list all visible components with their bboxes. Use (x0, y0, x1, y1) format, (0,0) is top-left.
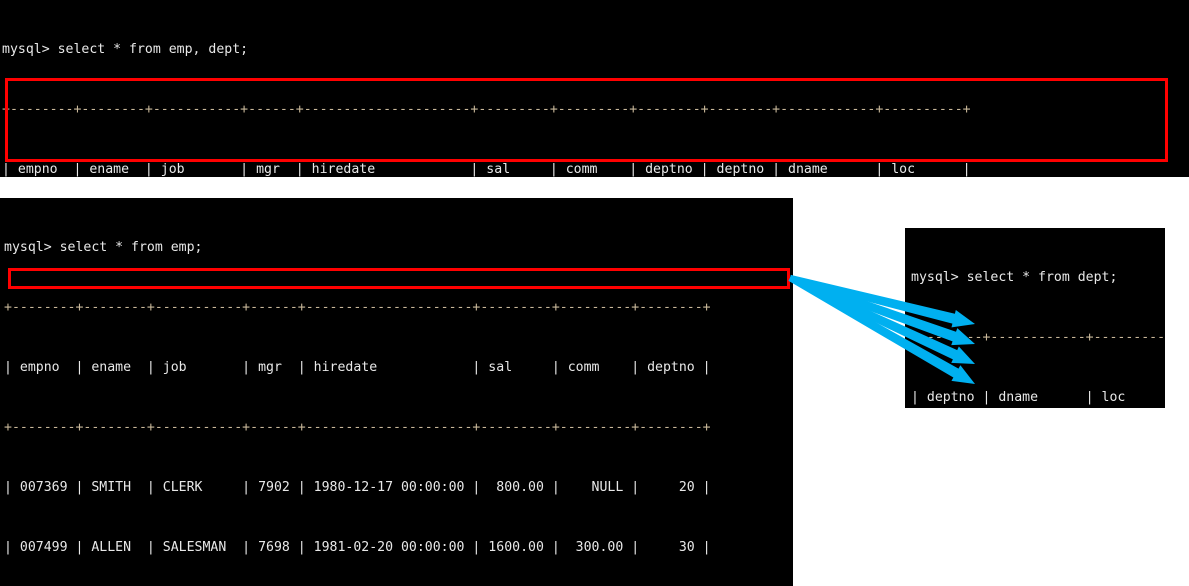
emp-header-row: | empno | ename | job | mgr | hiredate |… (4, 360, 711, 375)
dept-terminal-panel: mysql> select * from dept; +--------+---… (905, 228, 1165, 408)
emp-rule-top: +--------+--------+-----------+------+--… (4, 300, 711, 315)
emp-table-row: | 007499 | ALLEN | SALESMAN | 7698 | 198… (4, 540, 711, 555)
dept-prompt-line: mysql> select * from dept; (911, 270, 1118, 285)
emp-prompt-line: mysql> select * from emp; (4, 240, 203, 255)
emp-rule-mid: +--------+--------+-----------+------+--… (4, 420, 711, 435)
join-header-row: | empno | ename | job | mgr | hiredate |… (2, 162, 971, 177)
join-prompt-line: mysql> select * from emp, dept; (2, 42, 249, 57)
join-rule-top: +--------+--------+-----------+------+--… (2, 102, 971, 117)
cross-join-terminal-panel: mysql> select * from emp, dept; +-------… (0, 0, 1189, 177)
emp-terminal-panel: mysql> select * from emp; +--------+----… (0, 198, 793, 586)
dept-rule-top: +--------+------------+----------+ (911, 330, 1165, 345)
emp-table-row: | 007369 | SMITH | CLERK | 7902 | 1980-1… (4, 480, 711, 495)
dept-header-row: | deptno | dname | loc | (911, 390, 1165, 405)
